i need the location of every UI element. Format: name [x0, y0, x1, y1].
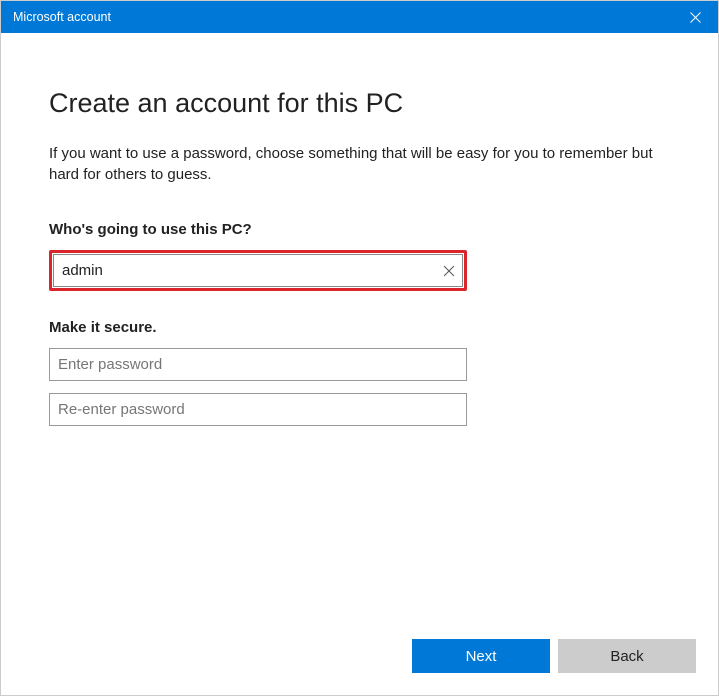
- back-button[interactable]: Back: [558, 639, 696, 673]
- clear-icon: [443, 265, 455, 277]
- password-section-label: Make it secure.: [49, 319, 670, 336]
- content-area: Create an account for this PC If you wan…: [1, 33, 718, 617]
- confirm-password-input-wrap: [49, 393, 467, 426]
- username-input-wrap: [49, 250, 467, 291]
- username-input[interactable]: [53, 254, 463, 287]
- footer: Next Back: [1, 617, 718, 695]
- window-title: Microsoft account: [13, 10, 111, 24]
- next-button[interactable]: Next: [412, 639, 550, 673]
- password-input[interactable]: [49, 348, 467, 381]
- password-section: Make it secure.: [49, 319, 670, 438]
- username-section-label: Who's going to use this PC?: [49, 221, 670, 238]
- spacer: [49, 438, 670, 617]
- password-input-wrap: [49, 348, 467, 381]
- page-subtext: If you want to use a password, choose so…: [49, 143, 670, 185]
- page-heading: Create an account for this PC: [49, 88, 670, 119]
- titlebar: Microsoft account: [1, 1, 718, 33]
- clear-button[interactable]: [440, 262, 458, 280]
- close-button[interactable]: [672, 1, 718, 33]
- confirm-password-input[interactable]: [49, 393, 467, 426]
- close-icon: [690, 12, 701, 23]
